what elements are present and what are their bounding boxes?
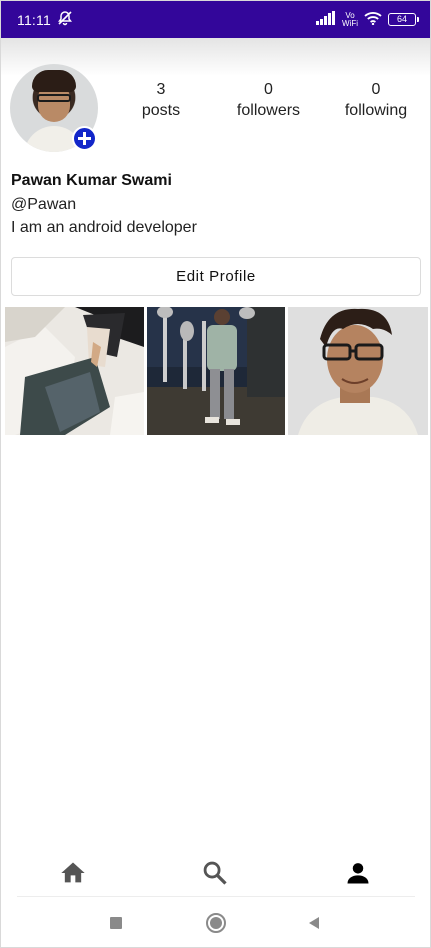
profile-handle: @Pawan (11, 196, 77, 213)
system-navigation-bar (1, 897, 430, 947)
status-bar: 11:11 Vo WiFi 64 (1, 1, 430, 38)
wifi-icon (364, 11, 382, 28)
anime-illustration-photo (5, 307, 144, 435)
followers-label: followers (236, 102, 301, 119)
status-time: 11:11 (17, 11, 51, 28)
following-count: 0 (371, 81, 381, 98)
nav-profile[interactable] (342, 859, 374, 891)
home-circle-icon[interactable] (205, 912, 227, 934)
edit-profile-button[interactable]: Edit Profile (11, 257, 421, 296)
back-icon[interactable] (303, 912, 325, 934)
profile-stats: 3 posts 0 followers 0 following (111, 79, 430, 123)
profile-icon (344, 859, 372, 892)
person-portrait-photo (288, 307, 428, 435)
stat-posts[interactable]: 3 posts (121, 79, 201, 121)
post-thumbnail[interactable] (5, 307, 144, 435)
followers-count: 0 (264, 81, 273, 98)
app-screen: 11:11 Vo WiFi 64 3 posts 0 followers 0 f… (0, 0, 431, 948)
recents-icon[interactable] (105, 912, 127, 934)
posts-label: posts (141, 102, 181, 119)
post-thumbnail[interactable] (147, 307, 285, 435)
bottom-navigation (1, 851, 430, 897)
post-thumbnail[interactable] (288, 307, 428, 435)
mute-icon (57, 10, 73, 29)
home-icon (59, 859, 87, 892)
profile-avatar[interactable] (10, 64, 98, 152)
signal-icon (316, 11, 336, 28)
search-icon (201, 859, 229, 892)
nav-home[interactable] (57, 859, 89, 891)
stat-following[interactable]: 0 following (336, 79, 416, 121)
person-standing-photo (147, 307, 285, 435)
following-label: following (344, 102, 408, 119)
posts-grid (5, 307, 429, 435)
battery-level: 64 (396, 14, 407, 24)
profile-bio: I am an android developer (11, 219, 197, 236)
nav-search[interactable] (199, 859, 231, 891)
add-circle-icon[interactable] (72, 126, 97, 151)
battery-icon: 64 (388, 13, 419, 26)
profile-name: Pawan Kumar Swami (11, 172, 172, 189)
stat-followers[interactable]: 0 followers (226, 79, 311, 121)
vowifi-label: Vo WiFi (342, 10, 358, 28)
posts-count: 3 (156, 81, 166, 98)
